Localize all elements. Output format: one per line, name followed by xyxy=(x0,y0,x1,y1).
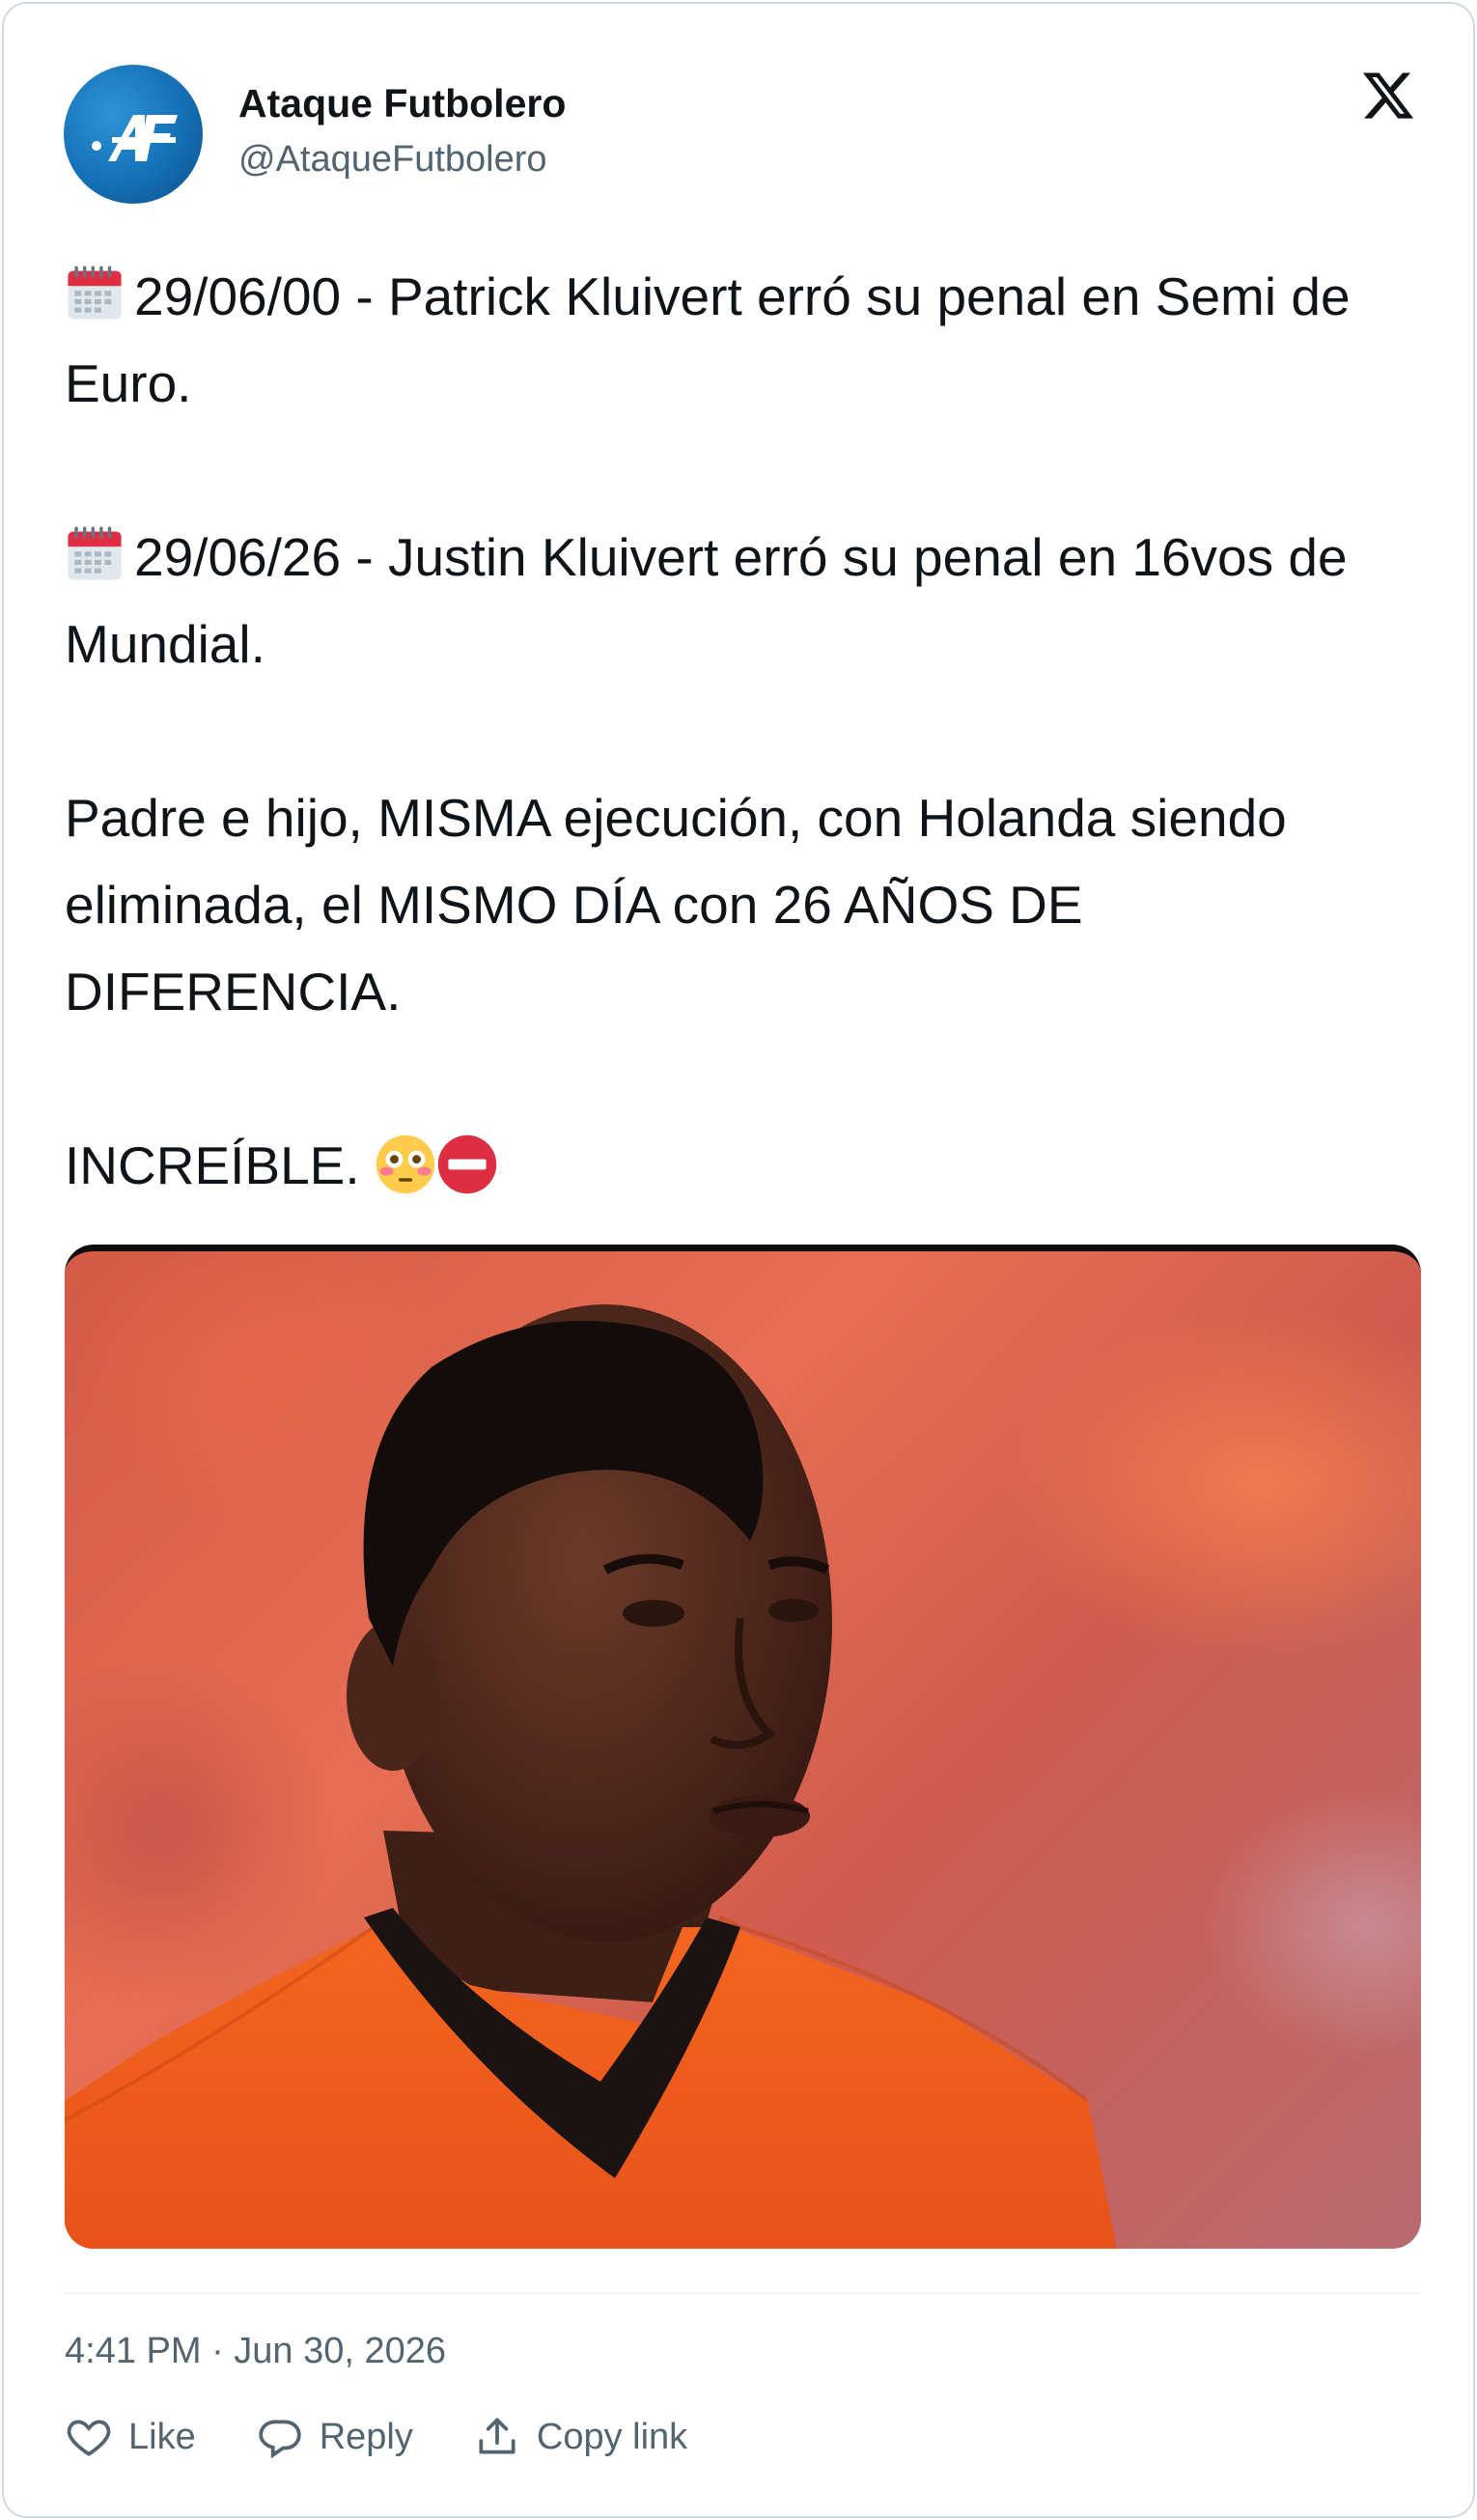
like-button[interactable]: Like xyxy=(65,2413,196,2461)
flushed-face-icon xyxy=(376,1134,435,1194)
ataque-futbolero-logo-icon xyxy=(92,115,178,161)
tweet-paragraph-3: Padre e hijo, MISMA ejecución, con Holan… xyxy=(65,788,1287,1022)
no-entry-icon xyxy=(437,1134,497,1194)
tweet-line-1: 29/06/00 - Patrick Kluivert erró su pena… xyxy=(65,266,1351,413)
tweet-paragraph-4: INCREÍBLE. xyxy=(65,1122,1426,1209)
like-label: Like xyxy=(128,2416,196,2457)
reply-label: Reply xyxy=(319,2416,413,2457)
author-avatar[interactable] xyxy=(64,65,203,204)
tweet-paragraph-2: 29/06/26 - Justin Kluivert erró su penal… xyxy=(65,514,1426,687)
tweet-card: Ataque Futbolero @AtaqueFutbolero 29/06/… xyxy=(2,2,1475,2518)
heart-icon xyxy=(67,2420,111,2456)
tweet-media-photo[interactable] xyxy=(65,1245,1421,2249)
tweet-actions: Like Reply Copy link xyxy=(65,2408,747,2466)
tweet-text: 29/06/00 - Patrick Kluivert erró su pena… xyxy=(65,253,1426,1209)
tweet-line-2: 29/06/26 - Justin Kluivert erró su penal… xyxy=(65,527,1348,674)
tweet-paragraph-1: 29/06/00 - Patrick Kluivert erró su pena… xyxy=(65,253,1426,427)
speech-bubble-icon xyxy=(259,2420,301,2459)
author-handle[interactable]: @AtaqueFutbolero xyxy=(238,139,547,181)
copy-link-button[interactable]: Copy link xyxy=(473,2413,687,2461)
author-name[interactable]: Ataque Futbolero xyxy=(238,81,566,126)
calendar-icon xyxy=(68,526,122,580)
calendar-icon xyxy=(68,266,122,320)
player-photo xyxy=(65,1304,1117,2249)
copy-link-label: Copy link xyxy=(536,2416,688,2457)
tweet-timestamp[interactable]: 4:41 PM · Jun 30, 2026 xyxy=(65,2331,446,2372)
tweet-line-4: INCREÍBLE. xyxy=(65,1135,360,1195)
footer-divider xyxy=(65,2292,1421,2294)
share-upload-icon xyxy=(479,2418,516,2454)
x-logo-icon[interactable] xyxy=(1360,68,1416,124)
reply-button[interactable]: Reply xyxy=(256,2413,413,2461)
